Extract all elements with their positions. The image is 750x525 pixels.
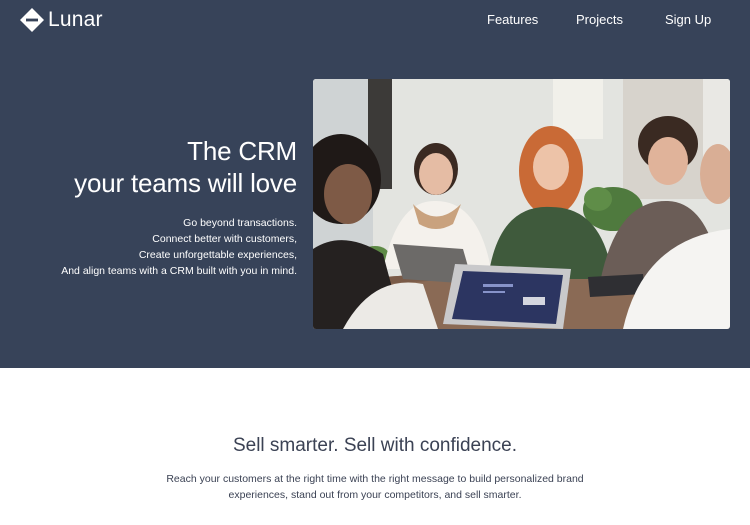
- section-title: Sell smarter. Sell with confidence.: [232, 435, 518, 456]
- diamond-logo-icon: [20, 8, 44, 32]
- section-body-line-1: Reach your customers at the right time w…: [166, 473, 584, 485]
- hero-title: The CRM your teams will love: [0, 135, 297, 199]
- features-intro-section: Sell smarter. Sell with confidence. Reac…: [0, 368, 750, 525]
- hero-line: Connect better with customers,: [152, 233, 297, 245]
- hero-line: And align teams with a CRM built with yo…: [61, 265, 297, 277]
- hero-title-line-2: your teams will love: [74, 168, 297, 198]
- section-body-line-2: experiences, stand out from your competi…: [228, 489, 522, 501]
- hero-copy: The CRM your teams will love Go beyond t…: [0, 135, 297, 279]
- brand-logo[interactable]: Lunar: [20, 8, 103, 32]
- nav-link-signup[interactable]: Sign Up: [665, 12, 711, 28]
- brand-name: Lunar: [48, 8, 103, 31]
- team-meeting-photo: [313, 79, 730, 329]
- nav-link-features[interactable]: Features: [487, 12, 538, 28]
- team-meeting-illustration: [313, 79, 730, 329]
- hero-line: Create unforgettable experiences,: [138, 249, 297, 261]
- hero-line: Go beyond transactions.: [183, 217, 297, 229]
- hero-section: Lunar Features Projects Sign Up The CRM …: [0, 0, 750, 368]
- hero-title-line-1: The CRM: [187, 136, 297, 166]
- nav-link-projects[interactable]: Projects: [576, 12, 623, 28]
- section-body: Reach your customers at the right time w…: [150, 471, 600, 503]
- hero-description: Go beyond transactions. Connect better w…: [0, 215, 297, 279]
